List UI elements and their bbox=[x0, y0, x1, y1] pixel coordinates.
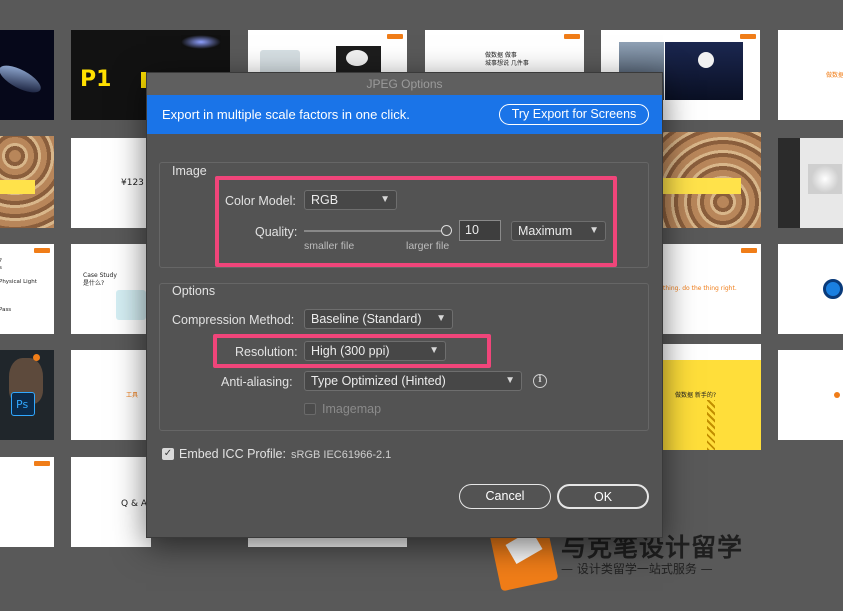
brand-logo bbox=[740, 34, 756, 39]
embed-icc-checkbox[interactable]: ✓ bbox=[162, 448, 174, 460]
photoshop-icon-label: Ps bbox=[16, 398, 29, 411]
embed-icc-value: sRGB IEC61966-2.1 bbox=[291, 449, 392, 461]
yellow-tag bbox=[0, 180, 35, 194]
artboard-thumbnail[interactable]: Q & A bbox=[71, 457, 151, 547]
artboard-thumbnail[interactable]: ¥123 bbox=[71, 138, 151, 228]
brand-logo bbox=[387, 34, 403, 39]
compression-method-value: Baseline (Standard) bbox=[311, 312, 422, 326]
imagemap-label: Imagemap bbox=[322, 402, 382, 416]
dialog-title: JPEG Options bbox=[147, 73, 662, 95]
product-image bbox=[346, 50, 368, 66]
brand-logo bbox=[834, 392, 840, 398]
artboard-thumbnail[interactable]: Ps bbox=[0, 350, 54, 440]
artboard-thumbnail[interactable]: thing. do the thing right. bbox=[663, 244, 761, 334]
anti-aliasing-value: Type Optimized (Hinted) bbox=[311, 374, 446, 388]
info-icon[interactable]: i bbox=[533, 374, 547, 388]
artboard-thumbnail[interactable] bbox=[0, 30, 54, 120]
projector-light bbox=[181, 35, 221, 49]
artboard-thumbnail[interactable]: 做数据 新手的? bbox=[663, 344, 761, 450]
yellow-tag bbox=[663, 178, 741, 194]
artboard-thumbnail[interactable] bbox=[0, 136, 54, 228]
illustration bbox=[116, 290, 146, 320]
thumbnail-title: Q & A bbox=[121, 499, 147, 509]
thumbnail-text: 做数据 新手的? bbox=[675, 392, 717, 399]
resolution-highlight-box bbox=[213, 334, 491, 368]
artboard-thumbnail[interactable] bbox=[778, 244, 843, 334]
photo-moon bbox=[665, 42, 743, 100]
cancel-button[interactable]: Cancel bbox=[459, 484, 551, 509]
brand-logo bbox=[34, 461, 50, 466]
artboard-thumbnail[interactable] bbox=[0, 457, 54, 547]
export-banner: Export in multiple scale factors in one … bbox=[147, 95, 662, 134]
studio-light bbox=[808, 164, 842, 194]
studio-dark bbox=[778, 138, 800, 228]
image-section-label: Image bbox=[171, 164, 208, 178]
moon-shape bbox=[698, 52, 714, 68]
chevron-down-icon: ▼ bbox=[505, 375, 515, 386]
aperture-icon bbox=[823, 279, 843, 299]
thumbnail-title: P1 bbox=[80, 67, 112, 92]
brand-logo bbox=[564, 34, 580, 39]
thumbnail-text: ? s Physical Light Pass bbox=[0, 258, 37, 313]
try-export-for-screens-button[interactable]: Try Export for Screens bbox=[499, 104, 649, 125]
brand-logo bbox=[741, 248, 757, 253]
artboard-thumbnail[interactable]: ? s Physical Light Pass bbox=[0, 244, 54, 334]
thumbnail-price: ¥123 bbox=[121, 178, 144, 188]
embed-icc-label: Embed ICC Profile: bbox=[179, 447, 286, 461]
anti-aliasing-label: Anti-aliasing: bbox=[221, 375, 293, 389]
thumbnail-text: 做数据 做事 城事想说 几件事 bbox=[485, 52, 529, 67]
imagemap-checkbox[interactable] bbox=[304, 403, 316, 415]
jpeg-options-dialog: JPEG Options Export in multiple scale fa… bbox=[146, 72, 663, 538]
thumbnail-text: Case Study 是什么? bbox=[83, 272, 117, 287]
artboard-thumbnail[interactable] bbox=[663, 132, 761, 228]
image-highlight-box bbox=[215, 176, 617, 267]
spotlight-beam bbox=[0, 60, 45, 98]
artboard-thumbnail[interactable]: Case Study 是什么? bbox=[71, 244, 151, 334]
ok-button[interactable]: OK bbox=[557, 484, 649, 509]
compression-method-label: Compression Method: bbox=[172, 313, 295, 327]
thumbnail-text: 做数据分析 你们是? bbox=[826, 72, 843, 79]
artboard-thumbnail[interactable] bbox=[778, 138, 843, 228]
compression-method-select[interactable]: Baseline (Standard) ▼ bbox=[304, 309, 453, 329]
artboard-thumbnail[interactable]: 工具 bbox=[71, 350, 151, 440]
banner-text: Export in multiple scale factors in one … bbox=[162, 107, 410, 122]
crane-tower bbox=[707, 400, 715, 450]
artboard-thumbnail[interactable]: 做数据分析 你们是? bbox=[778, 30, 843, 120]
artboard-thumbnail[interactable] bbox=[778, 350, 843, 440]
chevron-down-icon: ▼ bbox=[436, 313, 446, 324]
brand-logo bbox=[33, 354, 40, 361]
anti-aliasing-select[interactable]: Type Optimized (Hinted) ▼ bbox=[304, 371, 522, 391]
thumbnail-text: thing. do the thing right. bbox=[663, 285, 737, 292]
white-header bbox=[663, 344, 761, 360]
brand-logo bbox=[34, 248, 50, 253]
watermark-tagline: — 设计类留学一站式服务 — bbox=[561, 562, 713, 576]
thumbnail-text: 工具 bbox=[126, 392, 139, 399]
options-section-label: Options bbox=[171, 284, 217, 298]
